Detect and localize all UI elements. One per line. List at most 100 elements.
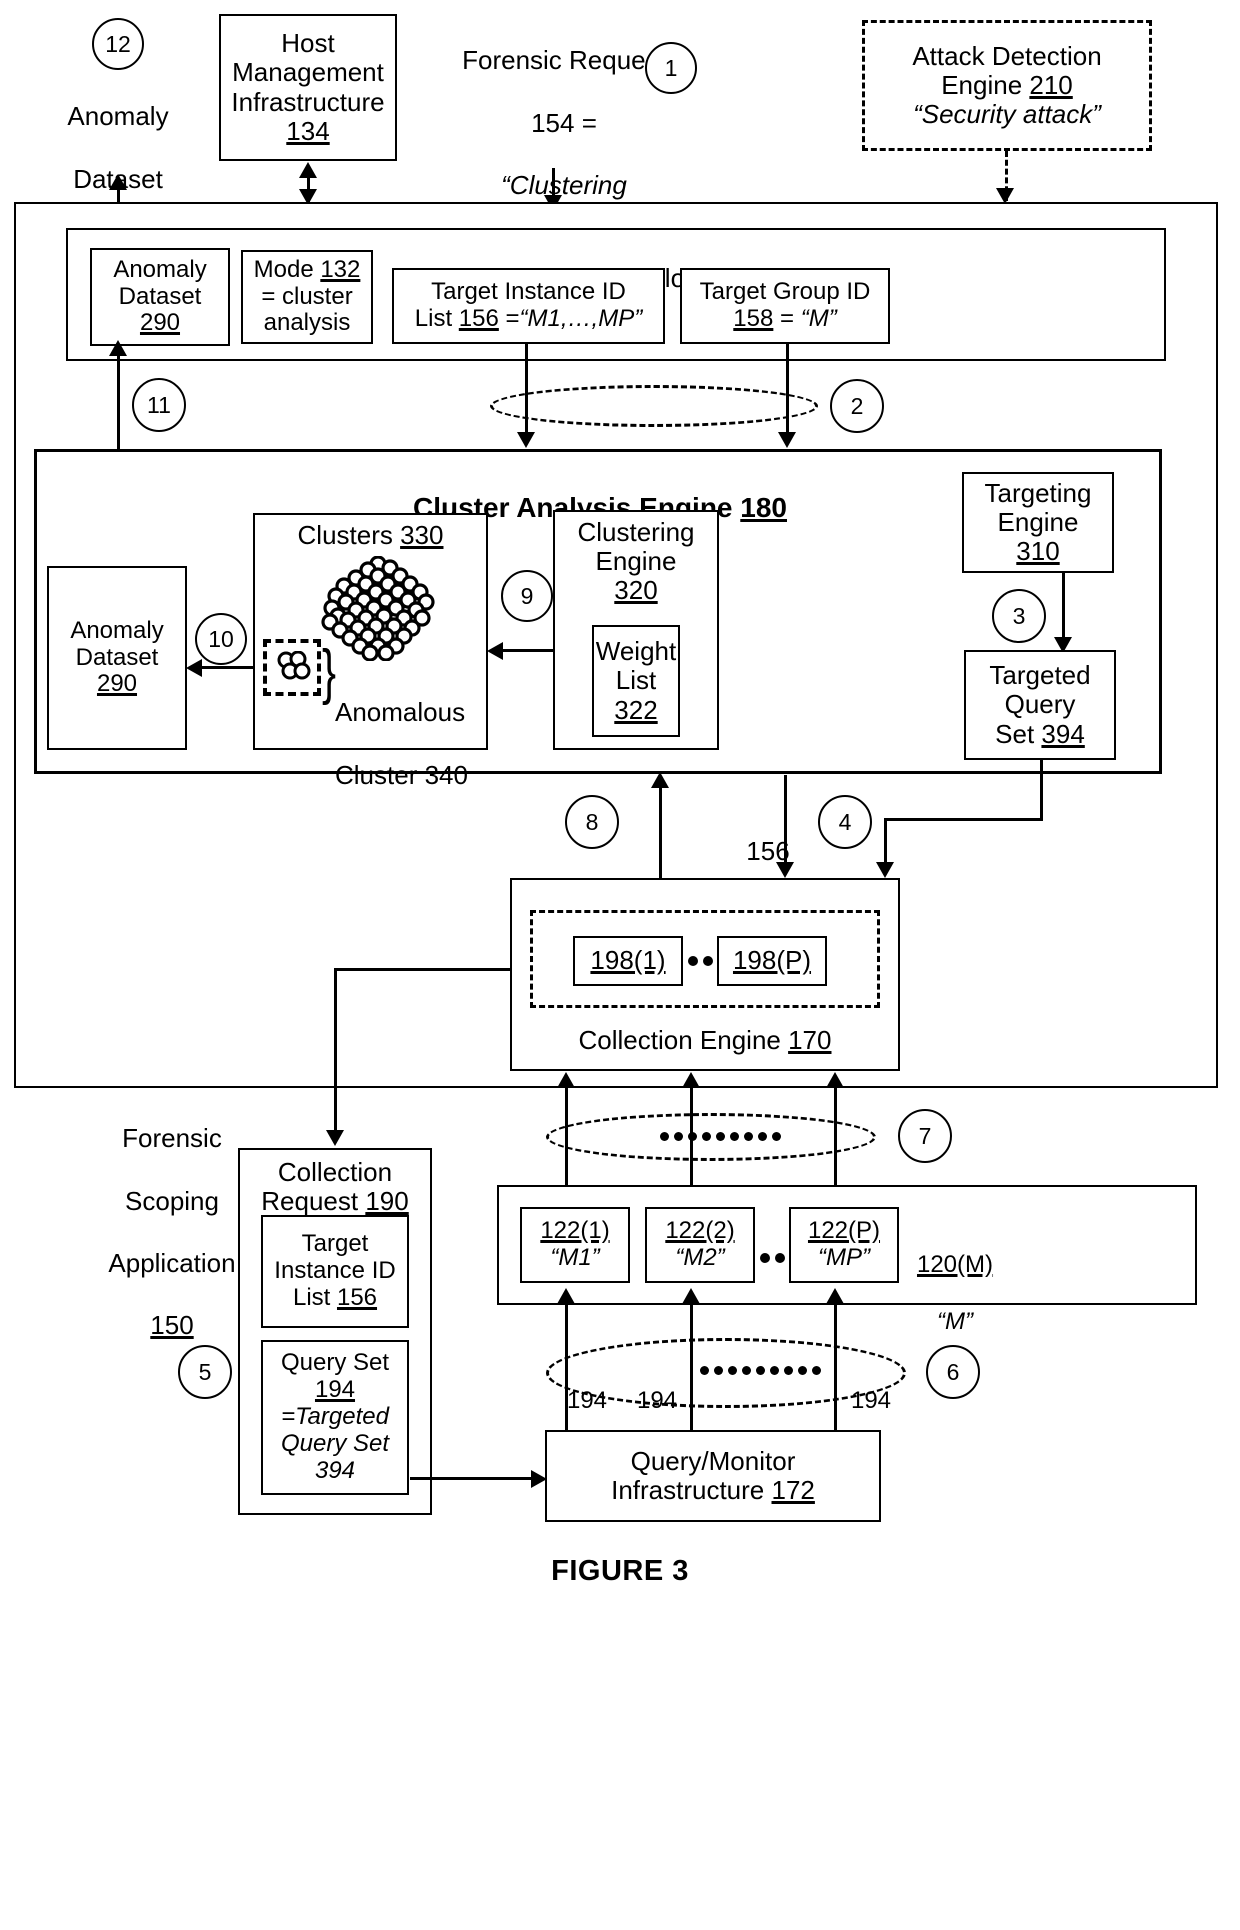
label-194-right: 194 bbox=[850, 1386, 892, 1414]
clustering-engine-line1: Clustering bbox=[577, 517, 695, 547]
forensic-request-line2: 154 = bbox=[531, 107, 597, 138]
label-156-collection: 156 bbox=[746, 836, 790, 867]
cae-anomaly-line2: Dataset bbox=[75, 643, 159, 671]
step-circle-10-label: 10 bbox=[208, 625, 234, 652]
figure-caption: FIGURE 3 bbox=[551, 1555, 689, 1587]
dashed-ellipse-group-1 bbox=[490, 385, 818, 427]
weight-list-line2: List bbox=[615, 665, 657, 696]
query-monitor-line1: Query/Monitor bbox=[630, 1445, 796, 1476]
label-194-mid: 194 bbox=[636, 1386, 678, 1414]
clusters-title: Clusters 330 bbox=[297, 520, 444, 550]
weight-list-ref: 322 bbox=[614, 694, 658, 725]
anomalous-cluster-graphic bbox=[277, 651, 311, 680]
anomaly-dataset-output-arrowhead bbox=[109, 174, 127, 190]
targeting-engine-line1: Targeting bbox=[984, 477, 1092, 508]
step-circle-11: 11 bbox=[132, 378, 186, 432]
step-circle-10: 10 bbox=[195, 613, 247, 665]
target-group-line1: Target Group ID bbox=[699, 278, 871, 306]
collection-request-line1: Collection bbox=[277, 1157, 393, 1187]
targeting-engine-line2: Engine bbox=[997, 506, 1079, 537]
target-instance-down-connector bbox=[525, 344, 528, 440]
cr-query-set-line3: Query Set bbox=[280, 1429, 390, 1457]
instance-group-name: “M” bbox=[937, 1308, 973, 1336]
instance-122-p-ref: 122(P) bbox=[807, 1217, 881, 1245]
host-management-arrowhead-up bbox=[299, 162, 317, 178]
step-circle-6: 6 bbox=[926, 1345, 980, 1399]
attack-detection-line3: “Security attack” bbox=[913, 99, 1101, 130]
step-circle-5: 5 bbox=[178, 1345, 232, 1399]
instance-122-1-ref: 122(1) bbox=[540, 1217, 610, 1245]
query-monitor-infrastructure-box: Query/Monitor Infrastructure 172 bbox=[545, 1430, 881, 1522]
collection-request-connector-v bbox=[334, 968, 337, 1140]
collection-request-arrowhead bbox=[326, 1130, 344, 1146]
attack-detection-engine-box: Attack Detection Engine 210 “Security at… bbox=[862, 20, 1152, 151]
qmi-to-instance-p bbox=[834, 1300, 837, 1450]
instance-122-1-name: “M1” bbox=[550, 1244, 600, 1271]
host-management-line2: Management bbox=[232, 57, 384, 88]
anomalous-cluster-line2: Cluster 340 bbox=[335, 759, 468, 790]
label-194-left: 194 bbox=[566, 1386, 608, 1414]
cr-query-set-line2: =Targeted bbox=[281, 1403, 389, 1431]
anomaly-dataset-output-line1: Anomaly bbox=[67, 101, 169, 132]
step-circle-4-label: 4 bbox=[838, 808, 852, 835]
mode-line3: analysis bbox=[263, 309, 351, 337]
attack-detection-line2: Engine 210 bbox=[941, 69, 1073, 100]
step-circle-2: 2 bbox=[830, 379, 884, 433]
qmi-to-instance-p-arrowhead bbox=[826, 1288, 844, 1304]
weight-list-line1: Weight bbox=[595, 636, 677, 667]
instance-box-122-p: 122(P) “MP” bbox=[789, 1207, 899, 1283]
step-circle-6-label: 6 bbox=[946, 1358, 960, 1385]
mode-line1: Mode 132 bbox=[253, 255, 361, 283]
forensic-request-line3: “Clustering bbox=[501, 169, 627, 200]
step-circle-12: 12 bbox=[92, 18, 144, 70]
step-circle-2-label: 2 bbox=[850, 392, 864, 419]
step-10-arrowhead bbox=[186, 659, 202, 677]
targeting-engine-box: Targeting Engine 310 bbox=[962, 472, 1114, 573]
cr-query-set-line1: Query Set bbox=[280, 1349, 390, 1377]
step-circle-11-label: 11 bbox=[147, 391, 171, 418]
ellipse-7-dots bbox=[660, 1132, 781, 1141]
clustering-engine-line2: Engine bbox=[595, 546, 677, 577]
weight-list-box: Weight List 322 bbox=[592, 625, 680, 737]
collection-engine-title: Collection Engine 170 bbox=[578, 1024, 832, 1055]
anomalous-cluster-line1: Anomalous bbox=[335, 697, 466, 728]
qmi-to-instance-1-arrowhead bbox=[557, 1288, 575, 1304]
wf-anomaly-ref: 290 bbox=[139, 309, 181, 337]
target-instance-line2: List 156 =“M1,…,MP” bbox=[414, 305, 643, 332]
collection-request-line2: Request 190 bbox=[261, 1186, 409, 1217]
step-circle-3: 3 bbox=[992, 589, 1046, 643]
instance-2-uplink-arrowhead bbox=[682, 1072, 700, 1088]
cae-anomaly-dataset-box: Anomaly Dataset 290 bbox=[47, 566, 187, 750]
step-circle-8-label: 8 bbox=[585, 808, 599, 835]
instance-122-2-name: “M2” bbox=[675, 1244, 725, 1271]
target-group-down-connector bbox=[786, 344, 789, 440]
step-circle-7-label: 7 bbox=[918, 1122, 932, 1149]
cr-target-instance-line2: Instance ID bbox=[274, 1257, 396, 1285]
target-group-line2: 158 = “M” bbox=[733, 305, 837, 332]
label-156-arrowhead bbox=[776, 862, 794, 878]
host-management-ref: 134 bbox=[286, 115, 330, 146]
target-instance-id-list-box: Target Instance ID List 156 =“M1,…,MP” bbox=[392, 268, 665, 344]
ellipse-6-dots bbox=[700, 1366, 821, 1375]
targeted-query-set-box: Targeted Query Set 394 bbox=[964, 650, 1116, 760]
cae-anomaly-line1: Anomaly bbox=[70, 616, 164, 644]
target-instance-line1: Target Instance ID bbox=[431, 278, 626, 306]
step-circle-8: 8 bbox=[565, 795, 619, 849]
targeted-query-set-line2: Query bbox=[1004, 689, 1076, 720]
step-circle-9-label: 9 bbox=[520, 582, 534, 609]
instance-p-uplink-arrowhead bbox=[826, 1072, 844, 1088]
qmi-to-instance-2 bbox=[690, 1300, 693, 1450]
collection-item-198-p: 198(P) bbox=[717, 936, 827, 986]
mode-line2: = cluster bbox=[261, 282, 353, 310]
targeted-query-set-line3: Set 394 bbox=[995, 718, 1085, 749]
step-circle-5-label: 5 bbox=[198, 1358, 212, 1385]
host-management-line1: Host bbox=[281, 28, 335, 59]
target-instance-down-arrowhead bbox=[517, 432, 535, 448]
collection-request-connector-h bbox=[334, 968, 512, 971]
host-management-line3: Infrastructure bbox=[231, 86, 385, 117]
targeting-engine-ref: 310 bbox=[1016, 536, 1060, 567]
step-circle-9: 9 bbox=[501, 570, 553, 622]
instance-group-ref: 120(M) bbox=[916, 1250, 994, 1278]
clustering-engine-ref: 320 bbox=[614, 575, 658, 606]
qmi-to-instance-2-arrowhead bbox=[682, 1288, 700, 1304]
